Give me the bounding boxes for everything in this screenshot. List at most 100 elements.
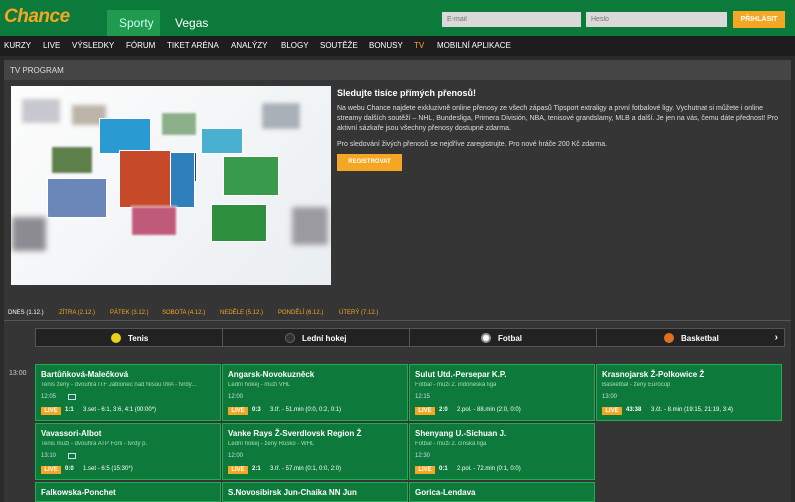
sport-tab-hockey[interactable]: Lední hokej [222,328,410,347]
tab-sporty[interactable]: Sporty [107,10,160,36]
match-score: 0:3 [252,407,261,413]
nav-item-kurzy[interactable]: KURZY [4,41,31,50]
live-badge: LIVE [228,407,248,415]
match-score: 43:38 [626,407,642,413]
info-register-text: Pro sledování živých přenosů se nejdříve… [337,141,608,148]
time-slot: 13:00 [9,370,27,377]
match-league: Lední hokej - muži VHL [228,382,291,388]
day-tab-today[interactable]: DNES (1.12.) [8,310,44,316]
match-league: Lední hokej - ženy Rusko - WHL [228,441,315,447]
match-title: Krasnojarsk Ž-Polkowice Ž [602,370,705,379]
match-score: 2:0 [439,407,448,413]
chance-logo[interactable]: Chance [4,6,70,28]
match-score: 0:1 [439,466,448,472]
sport-filter-bar: Tenis Lední hokej Fotbal Basketbal › [35,328,785,347]
main-nav: KURZY LIVE VÝSLEDKY FÓRUM TIKET ARÉNA AN… [0,36,795,56]
nav-item-blogy[interactable]: BLOGY [281,41,309,50]
match-card[interactable]: Falkowska-Ponchet [35,482,221,502]
match-league: Tenis muži - dvouhra ATP Forli - tvrdý p… [41,441,148,447]
match-time: 12:05 [41,394,57,400]
login-button[interactable]: PŘIHLÁSIT [733,11,785,28]
nav-item-bonusy[interactable]: BONUSY [369,41,403,50]
live-badge: LIVE [228,466,248,474]
nav-item-vysledky[interactable]: VÝSLEDKY [72,41,114,50]
day-tab[interactable]: ÚTERÝ (7.12.) [339,310,378,316]
match-title: Bartůňková-Malečková [41,370,129,379]
match-card[interactable]: Vanke Rays Ž-Sverdlovsk Region Ž Lední h… [222,423,408,480]
match-card[interactable]: Bartůňková-Malečková Tenis ženy - dvouhr… [35,364,221,421]
match-card[interactable]: Krasnojarsk Ž-Polkowice Ž Basketbal - že… [596,364,782,421]
match-league: Fotbal - muži 2. indonéská liga [415,382,497,388]
match-league: Fotbal - muži 2. čínská liga [415,441,487,447]
live-badge: LIVE [602,407,622,415]
sport-tab-basketball[interactable]: Basketbal › [596,328,785,347]
match-title: S.Novosibirsk Jun-Chaika NN Jun [228,488,357,497]
live-badge: LIVE [41,407,61,415]
sport-tab-football[interactable]: Fotbal [409,328,597,347]
match-time: 12:00 [228,394,244,400]
hockey-puck-icon [285,333,295,343]
sport-label: Tenis [128,334,149,343]
divider [4,320,791,321]
match-status: 3.tř. - 57.min (0:1, 0:0, 2:0) [270,466,342,472]
nav-item-live[interactable]: LIVE [43,41,60,50]
nav-item-tv[interactable]: TV [414,41,424,50]
info-title: Sledujte tisíce přímých přenosů! [337,88,477,98]
live-badge: LIVE [415,407,435,415]
sport-label: Fotbal [498,334,522,343]
match-time: 12:15 [415,394,431,400]
match-status: 1.set - 6:5 (15:30*) [83,466,133,472]
live-badge: LIVE [41,466,61,474]
nav-item-forum[interactable]: FÓRUM [126,41,155,50]
password-field[interactable] [586,12,727,27]
sport-label: Basketbal [681,334,719,343]
day-tab[interactable]: NEDĚLE (5.12.) [220,310,263,316]
match-league: Basketbal - ženy Eurocup [602,382,671,388]
sport-tab-tennis[interactable]: Tenis [35,328,223,347]
match-status: 2.pol. - 88.min (2:0, 0:0) [457,407,521,413]
football-icon [481,333,491,343]
match-title: Angarsk-Novokuzněck [228,370,315,379]
match-card[interactable]: S.Novosibirsk Jun-Chaika NN Jun [222,482,408,502]
info-text: Na webu Chance najdete exkluzivně online… [337,105,779,132]
chevron-right-icon[interactable]: › [775,332,778,343]
match-title: Gorica-Lendava [415,488,476,497]
tv-program-panel: TV PROGRAM Sledujte tisíce přímých přeno… [4,60,791,502]
match-league: Tenis ženy - dvouhra ITF Jablonec nad Ni… [41,382,197,388]
match-card[interactable]: Vavassori-Albot Tenis muži - dvouhra ATP… [35,423,221,480]
match-title: Shenyang U.-Sichuan J. [415,429,507,438]
match-card[interactable]: Angarsk-Novokuzněck Lední hokej - muži V… [222,364,408,421]
match-score: 0:0 [65,466,74,472]
nav-item-analyzy[interactable]: ANALÝZY [231,41,267,50]
tennis-ball-icon [111,333,121,343]
match-time: 12:00 [228,453,244,459]
day-tab[interactable]: SOBOTA (4.12.) [162,310,205,316]
match-time: 13:00 [602,394,618,400]
match-card[interactable]: Gorica-Lendava [409,482,595,502]
match-status: 2.pol. - 72.min (0:1, 0:0) [457,466,521,472]
match-time: 12:30 [415,453,431,459]
match-card[interactable]: Shenyang U.-Sichuan J. Fotbal - muži 2. … [409,423,595,480]
match-card[interactable]: Sulut Utd.-Persepar K.P. Fotbal - muži 2… [409,364,595,421]
panel-title: TV PROGRAM [4,60,791,80]
live-badge: LIVE [415,466,435,474]
match-status: 3.čt. - 8.min (19:15, 21:19, 3:4) [651,407,734,413]
match-status: 3.tř. - 51.min (0:0, 0:2, 0:1) [270,407,342,413]
match-time: 13:10 [41,453,57,459]
match-status: 3.set - 6:1, 3:6, 4:1 (00:00*) [83,407,157,413]
tab-vegas[interactable]: Vegas [163,10,217,36]
tv-icon [68,394,76,400]
email-field[interactable] [442,12,581,27]
basketball-icon [664,333,674,343]
day-tab[interactable]: PÁTEK (3.12.) [110,310,149,316]
day-tab[interactable]: PONDĚLÍ (6.12.) [278,310,323,316]
match-title: Vanke Rays Ž-Sverdlovsk Region Ž [228,429,362,438]
nav-item-mobilni-aplikace[interactable]: MOBILNÍ APLIKACE [437,41,511,50]
nav-item-souteze[interactable]: SOUTĚŽE [320,41,358,50]
register-button[interactable]: REGISTROVAT [337,154,402,171]
day-tab[interactable]: ZÍTRA (2.12.) [59,310,95,316]
nav-item-tiket-arena[interactable]: TIKET ARÉNA [167,41,219,50]
match-score: 1:1 [65,407,74,413]
match-title: Sulut Utd.-Persepar K.P. [415,370,507,379]
sport-label: Lední hokej [302,334,347,343]
